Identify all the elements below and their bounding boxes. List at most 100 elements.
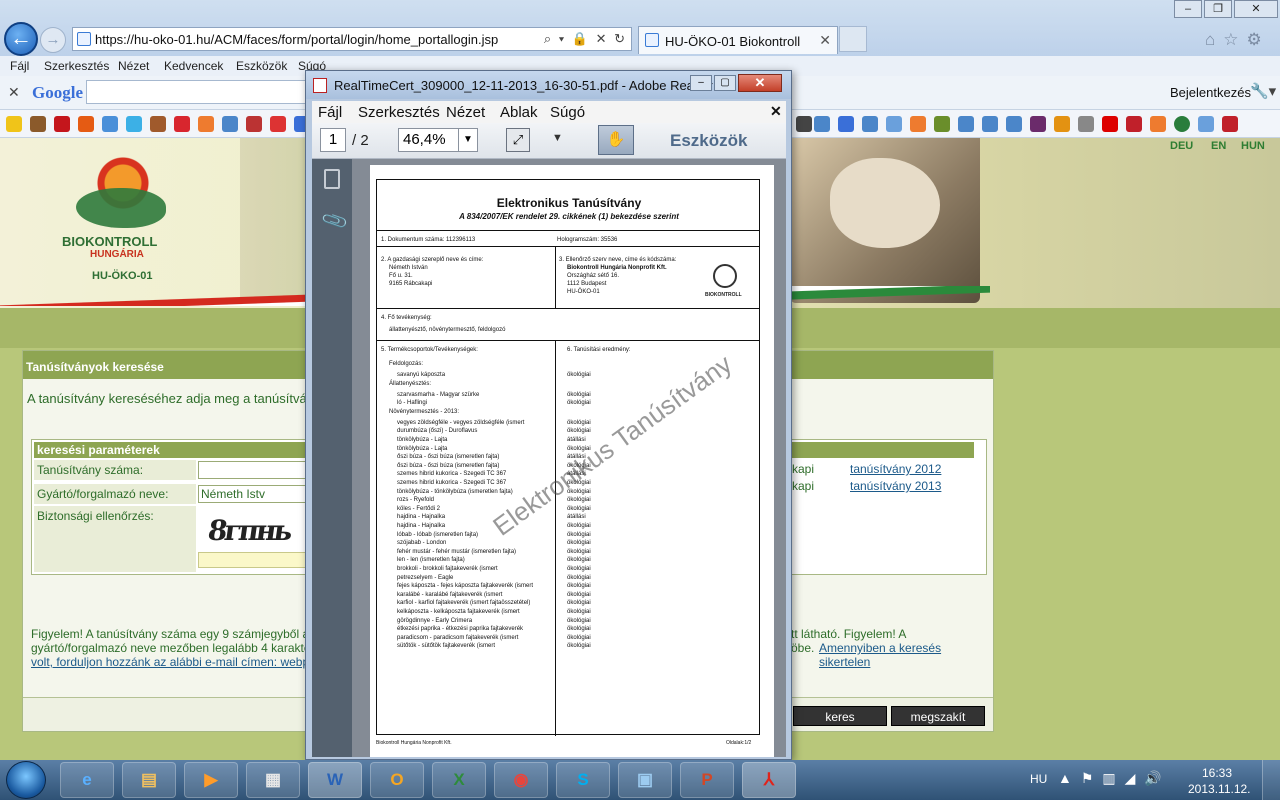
reader-menu-edit[interactable]: Szerkesztés [358, 104, 440, 121]
media-player-taskbar-icon[interactable]: ▶ [184, 762, 238, 798]
browser-tab[interactable]: HU-ÖKO-01 Biokontroll ✕ [638, 26, 838, 54]
language-indicator[interactable]: HU [1030, 772, 1047, 786]
language-en-link[interactable]: EN [1211, 140, 1226, 152]
result-cert-link-2013[interactable]: tanúsítvány 2013 [850, 479, 941, 493]
reader-menu-window[interactable]: Ablak [500, 104, 538, 121]
favorite-icon[interactable] [796, 116, 812, 132]
address-bar[interactable]: https://hu-oko-01.hu/ACM/faces/form/port… [72, 27, 632, 51]
page-number-input[interactable]: 1 [320, 128, 346, 152]
favorite-icon[interactable] [958, 116, 974, 132]
favorite-icon[interactable] [102, 116, 118, 132]
powerpoint-taskbar-icon[interactable]: P [680, 762, 734, 798]
clock-date[interactable]: 2013.11.12. [1188, 782, 1251, 796]
producer-input[interactable]: Németh Istv [198, 485, 318, 503]
search-button[interactable]: keres [793, 706, 887, 726]
favorite-icon[interactable] [1126, 116, 1142, 132]
fit-dropdown-arrow-icon[interactable]: ▼ [552, 132, 563, 144]
chrome-taskbar-icon[interactable]: ◉ [494, 762, 548, 798]
outlook-taskbar-icon[interactable]: O [370, 762, 424, 798]
attachments-paperclip-icon[interactable]: 📎 [320, 207, 350, 236]
forward-button[interactable]: → [40, 27, 66, 53]
favorite-icon[interactable] [1054, 116, 1070, 132]
favorite-icon[interactable] [246, 116, 262, 132]
system-tray-icons[interactable]: ▲⚑▥◢🔊 [1058, 770, 1171, 787]
show-desktop-button[interactable] [1262, 760, 1280, 800]
favorite-icon[interactable] [78, 116, 94, 132]
url-text[interactable]: https://hu-oko-01.hu/ACM/faces/form/port… [95, 32, 498, 47]
reader-menu-view[interactable]: Nézet [446, 104, 485, 121]
language-hun-link[interactable]: HUN [1241, 140, 1265, 152]
excel-taskbar-icon[interactable]: X [432, 762, 486, 798]
home-favorites-gear-icons[interactable]: ⌂☆⚙ [1205, 30, 1270, 50]
fit-page-icon[interactable]: ⤢ [506, 128, 530, 152]
favorite-icon[interactable] [198, 116, 214, 132]
tools-pane-button[interactable]: Eszközök [670, 131, 747, 151]
warning-email-link[interactable]: volt, forduljon hozzánk az alábbi e-mail… [31, 655, 345, 669]
favorite-icon[interactable] [838, 116, 854, 132]
favorite-icon[interactable] [222, 116, 238, 132]
favorite-icon[interactable] [30, 116, 46, 132]
hand-tool-icon[interactable]: ✋ [598, 125, 634, 155]
favorite-icon[interactable] [126, 116, 142, 132]
menu-tools[interactable]: Eszközök [236, 59, 287, 73]
adobe-reader-taskbar-icon[interactable]: ⅄ [742, 762, 796, 798]
start-button[interactable] [6, 761, 46, 799]
youtube-icon[interactable] [1102, 116, 1118, 132]
reader-menu-file[interactable]: Fájl [318, 104, 342, 121]
google-search-input[interactable] [86, 80, 306, 104]
favorite-icon[interactable] [174, 116, 190, 132]
close-button[interactable]: ✕ [1234, 0, 1278, 18]
reader-doc-close-icon[interactable]: ✕ [770, 103, 782, 120]
captcha-input[interactable] [198, 552, 318, 568]
favorite-icon[interactable] [862, 116, 878, 132]
favorite-star-icon[interactable] [6, 116, 22, 132]
favorite-icon[interactable] [1030, 116, 1046, 132]
toolbar-close-icon[interactable]: ✕ [8, 84, 20, 101]
reader-menu-help[interactable]: Súgó [550, 104, 585, 121]
tab-close-icon[interactable]: ✕ [819, 32, 831, 49]
favorite-icon[interactable] [982, 116, 998, 132]
favorite-icon[interactable] [1006, 116, 1022, 132]
favorite-icon[interactable] [910, 116, 926, 132]
zoom-dropdown-arrow-icon[interactable]: ▼ [458, 129, 477, 151]
result-cert-link-2012[interactable]: tanúsítvány 2012 [850, 462, 941, 476]
back-button[interactable]: ← [4, 22, 38, 56]
menu-file[interactable]: Fájl [10, 59, 29, 73]
favorite-icon[interactable] [1078, 116, 1094, 132]
favorite-icon[interactable] [1198, 116, 1214, 132]
favorite-icon[interactable] [886, 116, 902, 132]
cert-number-input[interactable] [198, 461, 318, 479]
logo-leaf-icon[interactable] [76, 188, 166, 228]
menu-favorites[interactable]: Kedvencek [164, 59, 223, 73]
reader-maximize-button[interactable]: ▢ [714, 75, 736, 91]
reader-minimize-button[interactable]: – [690, 75, 712, 91]
language-deu-link[interactable]: DEU [1170, 140, 1193, 152]
calculator-taskbar-icon[interactable]: ▦ [246, 762, 300, 798]
minimize-button[interactable]: – [1174, 0, 1202, 18]
favorite-icon[interactable] [1150, 116, 1166, 132]
reader-close-button[interactable]: ✕ [738, 74, 782, 92]
new-tab-button[interactable] [839, 26, 867, 52]
skype-taskbar-icon[interactable]: S [556, 762, 610, 798]
page-thumbnails-icon[interactable] [324, 169, 340, 189]
wrench-icon[interactable]: 🔧▾ [1250, 82, 1276, 100]
cancel-button[interactable]: megszakít [891, 706, 985, 726]
globe-icon[interactable] [1174, 116, 1190, 132]
clock-time[interactable]: 16:33 [1202, 766, 1232, 780]
google-login-link[interactable]: Bejelentkezés [1170, 85, 1251, 100]
favorite-icon[interactable] [934, 116, 950, 132]
menu-view[interactable]: Nézet [118, 59, 149, 73]
word-taskbar-icon[interactable]: W [308, 762, 362, 798]
ie-taskbar-icon[interactable]: e [60, 762, 114, 798]
favorite-icon[interactable] [814, 116, 830, 132]
pin-icon[interactable] [1222, 116, 1238, 132]
maximize-button[interactable]: ❐ [1204, 0, 1232, 18]
menu-edit[interactable]: Szerkesztés [44, 59, 109, 73]
favorite-icon[interactable] [150, 116, 166, 132]
address-icons[interactable]: ⌕ ▾ 🔒 ✕ ↻ [544, 31, 627, 47]
reader-document-area[interactable]: Elektronikus Tanúsítvány A 834/2007/EK r… [352, 159, 786, 757]
explorer-taskbar-icon[interactable]: ▤ [122, 762, 176, 798]
favorite-icon[interactable] [54, 116, 70, 132]
remote-desktop-taskbar-icon[interactable]: ▣ [618, 762, 672, 798]
favorite-icon[interactable] [270, 116, 286, 132]
